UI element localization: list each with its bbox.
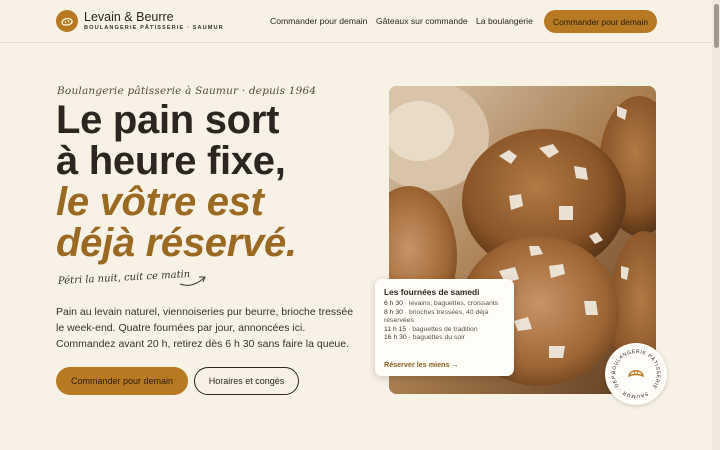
croissant-icon — [628, 370, 644, 378]
nav-cakes-on-order[interactable]: Gâteaux sur commande — [376, 16, 468, 26]
schedule-items: baguettes de tradition — [412, 325, 478, 333]
hero-title: Le pain sort à heure fixe, le vôtre est … — [56, 100, 297, 264]
schedule-row: 8 h 30 · brioches tressées, 40 déjà rése… — [384, 308, 489, 325]
hero-description: Pain au levain naturel, viennoiseries pu… — [56, 306, 354, 350]
schedule-time: 6 h 30 — [384, 300, 403, 307]
nav-order-tomorrow[interactable]: Commander pour demain — [270, 16, 367, 26]
card-title: Les fournées de samedi — [384, 287, 480, 297]
schedule-items: levains, baguettes, croissants — [408, 300, 499, 307]
reserve-link[interactable]: Réserver les miens → — [384, 360, 459, 369]
hero-eyebrow: Boulangerie pâtisserie à Saumur · depuis… — [57, 85, 317, 97]
header-order-button[interactable]: Commander pour demain — [544, 10, 657, 33]
curved-arrow-icon — [179, 276, 206, 286]
schedule-time: 8 h 30 — [384, 308, 403, 316]
bread-icon[interactable] — [56, 10, 78, 32]
hero-title-line: Le pain sort — [56, 98, 280, 142]
schedule-row: 11 h 15 · baguettes de tradition — [384, 325, 478, 333]
brand-name[interactable]: Levain & Beurre — [84, 10, 174, 24]
brand-tagline: BOULANGERIE PÂTISSERIE · SAUMUR — [84, 25, 224, 31]
handwritten-note: Pétri la nuit, cuit ce matin — [57, 269, 191, 287]
schedule-time: 11 h 15 — [384, 325, 407, 333]
hero-title-line: à heure fixe, — [56, 139, 286, 183]
hero-title-accent-line: déjà réservé. — [56, 221, 297, 265]
bake-schedule-card: Les fournées de samedi 6 h 30 · levains,… — [375, 279, 514, 376]
hours-button[interactable]: Horaires et congés — [194, 367, 299, 395]
schedule-row: 6 h 30 · levains, baguettes, croissants — [384, 300, 499, 307]
order-tomorrow-button[interactable]: Commander pour demain — [56, 367, 188, 395]
schedule-items: baguettes du soir — [412, 334, 465, 342]
scrollbar-thumb[interactable] — [714, 4, 719, 48]
hero-title-accent-line: le vôtre est — [56, 180, 264, 224]
page-scrollbar[interactable] — [712, 0, 720, 450]
site-header: Levain & Beurre BOULANGERIE PÂTISSERIE ·… — [0, 0, 720, 43]
circular-badge: BOULANGERIE PÂTISSERIE · SAUMUR · DEPUIS… — [603, 339, 667, 405]
schedule-row: 16 h 30 · baguettes du soir — [384, 334, 465, 342]
nav-the-bakery[interactable]: La boulangerie — [476, 16, 533, 26]
schedule-time: 16 h 30 — [384, 334, 407, 342]
